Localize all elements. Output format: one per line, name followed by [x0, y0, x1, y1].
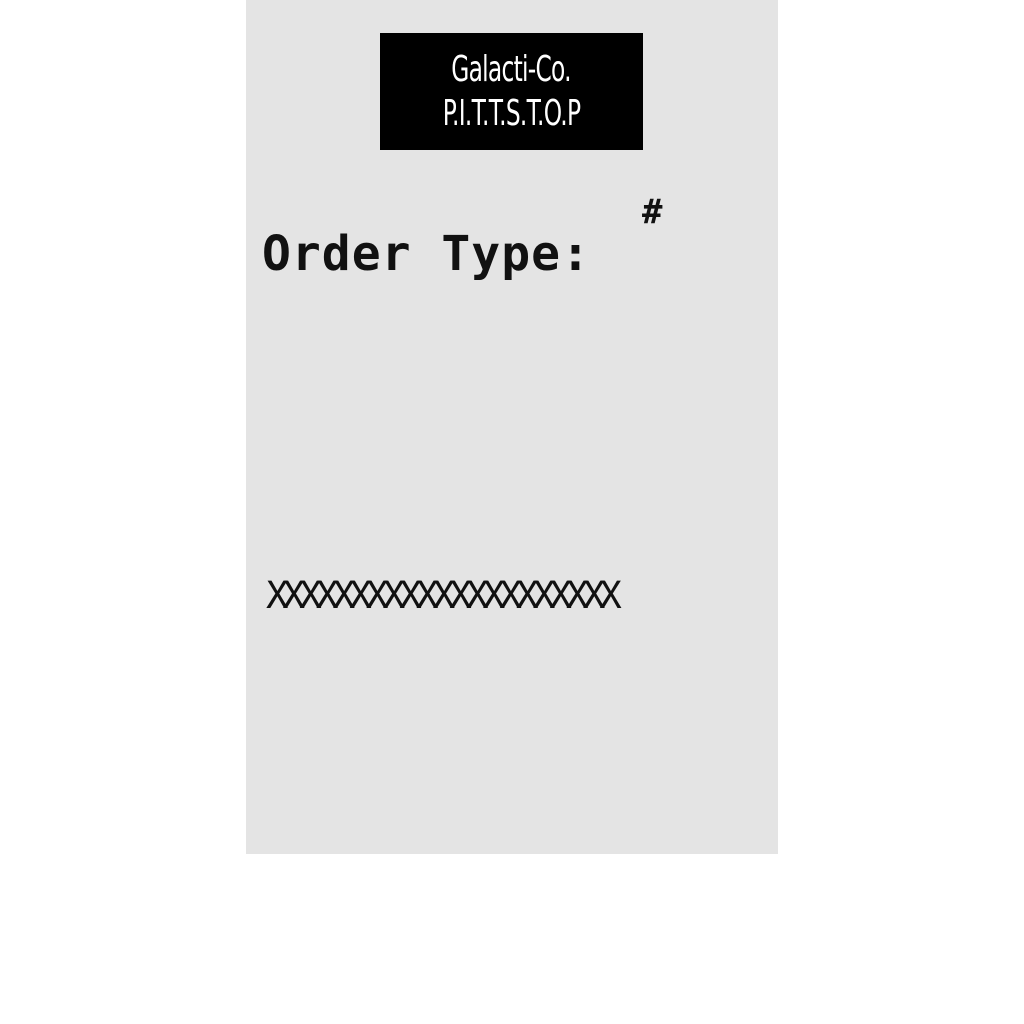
brand-logo: Galacti-Co. P.I.T.T.S.T.O.P	[380, 33, 643, 150]
brand-name: Galacti-Co.	[451, 48, 572, 90]
brand-subtitle: P.I.T.T.S.T.O.P	[442, 92, 581, 134]
receipt-divider: XXXXXXXXXXXXXXXXXXXXX	[266, 574, 622, 617]
order-type-label: Order Type:	[262, 226, 591, 282]
order-number-symbol: #	[642, 192, 663, 232]
receipt-panel: Galacti-Co. P.I.T.T.S.T.O.P # Order Type…	[246, 0, 778, 854]
